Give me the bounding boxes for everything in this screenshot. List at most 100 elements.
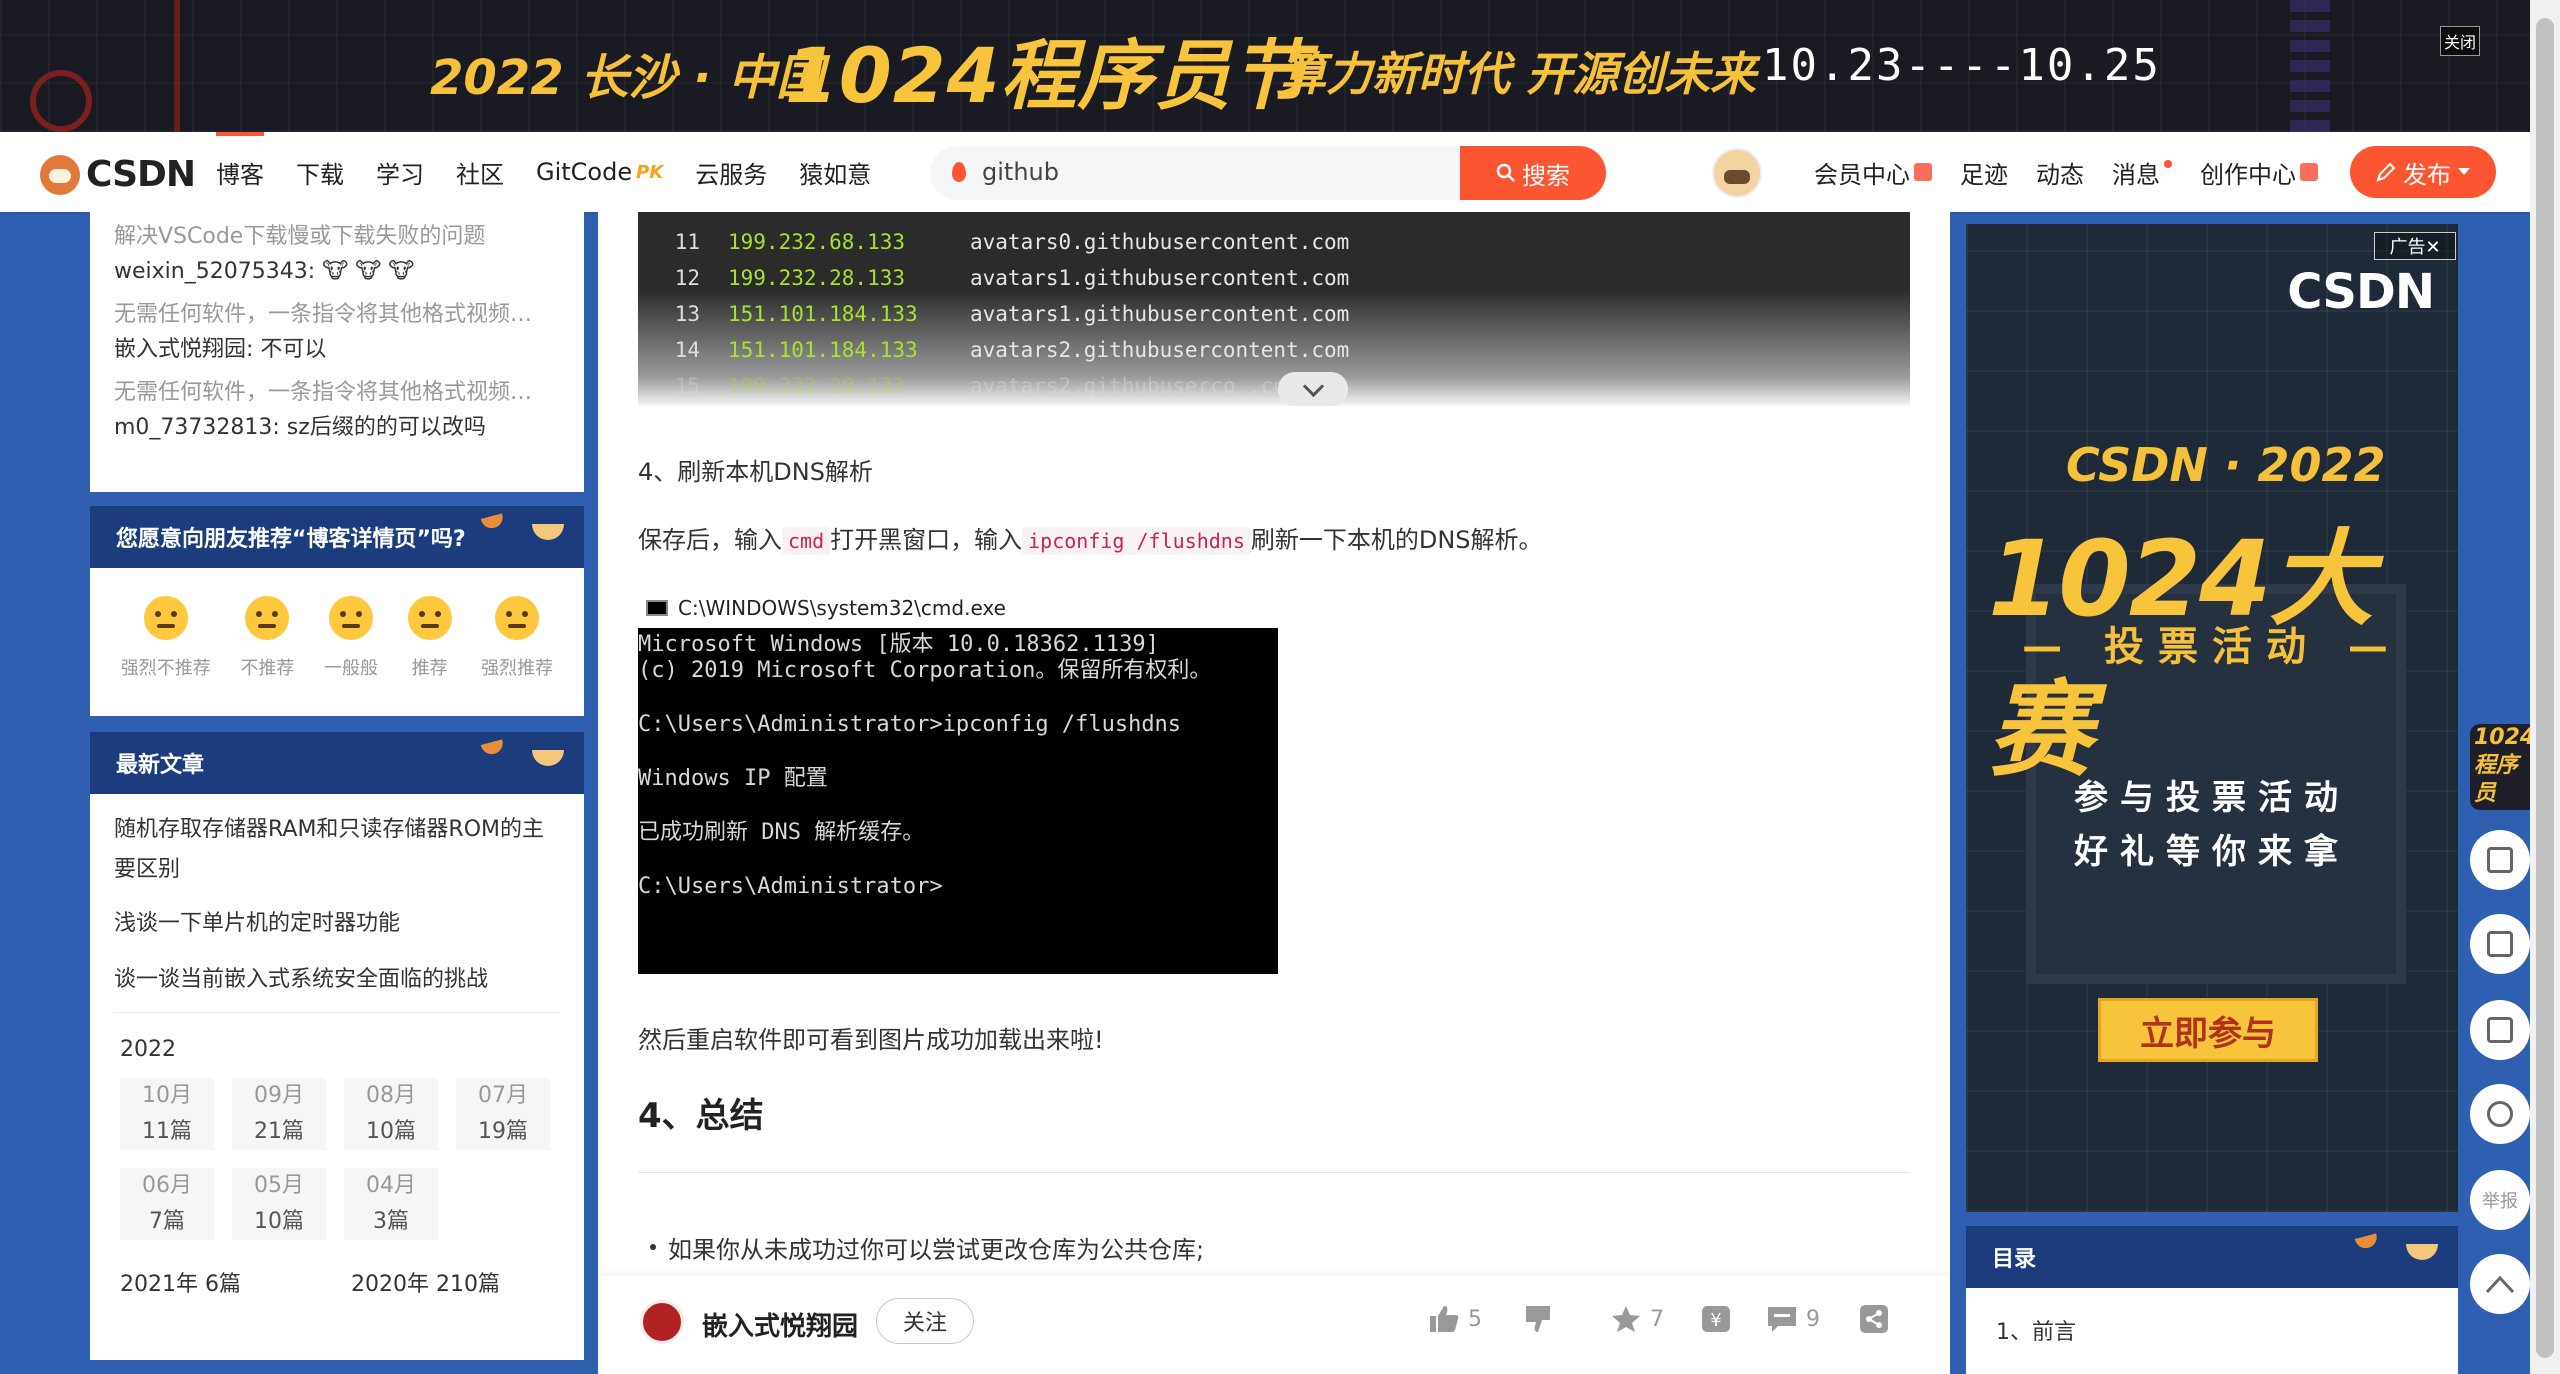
follow-button[interactable]: 关注	[876, 1298, 974, 1344]
archive-month[interactable]: 10月 11篇	[120, 1078, 214, 1150]
side-edit-button[interactable]	[2470, 1000, 2530, 1060]
pk-badge: PK	[636, 161, 664, 183]
nav-vip-center[interactable]: 会员中心	[1800, 155, 1946, 190]
rate-neutral[interactable]: 一般般	[324, 596, 378, 680]
favorite-count: 7	[1650, 1306, 1664, 1332]
banner-close-button[interactable]: 关闭	[2440, 26, 2480, 56]
search-input[interactable]: github	[982, 158, 1059, 186]
scrollbar-thumb[interactable]	[2536, 18, 2554, 1358]
publish-button[interactable]: 发布	[2350, 146, 2496, 198]
ad-close-tag[interactable]: 广告✕	[2374, 232, 2456, 260]
comment-item[interactable]: 解决VSCode下载慢或下载失败的问题 weixin_52075343: 🐮 🐮…	[90, 220, 584, 290]
nav-gitcode[interactable]: GitCode PK	[520, 132, 679, 212]
ad-brand: CSDN	[2287, 264, 2435, 320]
line-number: 11	[674, 230, 700, 254]
line-number: 14	[674, 338, 700, 362]
comment-article-title[interactable]: 无需任何软件，一条指令将其他格式视频…	[114, 376, 560, 410]
nav-messages-label: 消息	[2112, 160, 2160, 189]
comment-article-title[interactable]: 无需任何软件，一条指令将其他格式视频…	[114, 298, 560, 332]
arrow-up-icon	[2485, 1275, 2515, 1294]
code-line: 12 199.232.28.133 avatars1.githubuserconte…	[638, 260, 1910, 296]
dislike-button[interactable]	[1522, 1304, 1554, 1334]
nav-footprint[interactable]: 足迹	[1946, 155, 2022, 190]
user-avatar[interactable]	[1712, 148, 1762, 198]
line-number: 15	[674, 374, 700, 398]
archive-year-link[interactable]: 2020年 210篇	[351, 1266, 500, 1298]
archive-year-link[interactable]: 2021年 6篇	[120, 1266, 241, 1298]
svg-text:¥: ¥	[1710, 1310, 1721, 1331]
thumbs-down-icon	[1526, 1306, 1550, 1332]
month-label: 05月	[232, 1168, 326, 1204]
reward-button[interactable]: ¥	[1700, 1304, 1732, 1334]
article-link[interactable]: 随机存取存储器RAM和只读存储器ROM的主要区别	[90, 810, 584, 890]
rate-strongly-not[interactable]: 强烈不推荐	[121, 596, 211, 680]
search-button[interactable]: 搜索	[1460, 146, 1606, 200]
rate-recommend[interactable]: 推荐	[407, 596, 452, 680]
side-promo-1024[interactable]: 1024 程序员	[2470, 724, 2530, 810]
month-count: 21篇	[232, 1114, 326, 1150]
author-name[interactable]: 嵌入式悦翔园	[702, 1306, 858, 1343]
nav-creator-center[interactable]: 创作中心	[2186, 155, 2332, 190]
csdn-logo[interactable]: CSDN	[40, 154, 196, 195]
search-button-label: 搜索	[1522, 161, 1570, 190]
star-icon	[1612, 1306, 1640, 1332]
archive-month[interactable]: 08月 10篇	[344, 1078, 438, 1150]
code-line: 15 199.232.28.133 avatars2.githubuserco .c…	[638, 368, 1910, 404]
comment-button[interactable]: 9	[1766, 1304, 1820, 1334]
nav-blog[interactable]: 博客	[200, 132, 280, 212]
nav-community[interactable]: 社区	[440, 132, 520, 212]
comment-item[interactable]: 无需任何软件，一条指令将其他格式视频… m0_73732813: sz后缀的的可…	[90, 376, 584, 446]
toc-title: 目录	[1992, 1247, 2037, 1272]
archive-month[interactable]: 05月 10篇	[232, 1168, 326, 1240]
report-button[interactable]: 举报	[2470, 1170, 2530, 1230]
code-block: 11 199.232.68.133 avatars0.githubuserconte…	[638, 212, 1910, 406]
month-label: 04月	[344, 1168, 438, 1204]
article-toolbar: 嵌入式悦翔园 关注 5 7 ¥ 9	[598, 1276, 1950, 1374]
nav-yuanruyi[interactable]: 猿如意	[783, 132, 887, 212]
archive-month[interactable]: 07月 19篇	[456, 1078, 550, 1150]
nav-cloud[interactable]: 云服务	[679, 132, 783, 212]
article-link[interactable]: 谈一谈当前嵌入式系统安全面临的挑战	[90, 960, 584, 1000]
nav-learn[interactable]: 学习	[360, 132, 440, 212]
search-icon	[1496, 163, 1515, 182]
archive-month[interactable]: 04月 3篇	[344, 1168, 438, 1240]
top-banner[interactable]: 2022 长沙 · 中国 1024程序员节 算力新时代 开源创未来 10.23-…	[0, 0, 2530, 132]
terminal-line: Windows IP 配置	[638, 766, 828, 791]
side-support-button[interactable]	[2470, 1084, 2530, 1144]
archive-month[interactable]: 09月 21篇	[232, 1078, 326, 1150]
favorite-button[interactable]: 7	[1610, 1304, 1664, 1334]
terminal-gap	[638, 738, 1278, 766]
nav-download[interactable]: 下载	[280, 132, 360, 212]
divider	[638, 1172, 1910, 1173]
expand-code-button[interactable]	[1278, 372, 1348, 406]
side-list-button[interactable]	[2470, 830, 2530, 890]
nav-messages[interactable]: 消息	[2098, 155, 2186, 190]
archive-year: 2022	[120, 1037, 176, 1062]
rate-strongly[interactable]: 强烈推荐	[481, 596, 553, 680]
comment-article-title[interactable]: 解决VSCode下载慢或下载失败的问题	[114, 220, 560, 254]
rate-not[interactable]: 不推荐	[240, 596, 294, 680]
archive-month[interactable]: 06月 7篇	[120, 1168, 214, 1240]
recommend-rating-card: 您愿意向朋友推荐“博客详情页”吗? 强烈不推荐 不推荐 一般般 推荐 强烈推荐	[90, 506, 584, 716]
page-scrollbar[interactable]	[2530, 0, 2560, 1374]
article-link[interactable]: 浅谈一下单片机的定时器功能	[90, 904, 584, 944]
author-avatar[interactable]	[640, 1300, 684, 1344]
nav-activity[interactable]: 动态	[2022, 155, 2098, 190]
comment-item[interactable]: 无需任何软件，一条指令将其他格式视频… 嵌入式悦翔园: 不可以	[90, 298, 584, 368]
ad-cta-button[interactable]: 立即参与	[2098, 998, 2318, 1062]
laugh-face-icon	[495, 596, 540, 640]
terminal-gap	[638, 846, 1278, 874]
yen-icon: ¥	[1702, 1306, 1730, 1332]
promo-ad[interactable]: 广告✕ CSDN CSDN · 2022 1024大赛 — 投票活动 — 参与投…	[1966, 224, 2458, 1212]
side-layout-button[interactable]	[2470, 914, 2530, 974]
back-to-top-button[interactable]	[2470, 1254, 2530, 1314]
code-ip: 199.232.28.133	[728, 374, 906, 398]
month-label: 07月	[456, 1078, 550, 1114]
toc-item[interactable]: 1、前言	[1966, 1288, 2458, 1346]
comment-text: 嵌入式悦翔园: 不可以	[114, 337, 327, 362]
code-ip: 151.101.184.133	[728, 302, 918, 326]
share-button[interactable]	[1858, 1304, 1890, 1334]
like-button[interactable]: 5	[1428, 1304, 1482, 1334]
ad-subtitle: — 投票活动 —	[2022, 624, 2402, 670]
para-text: 保存后，输入	[638, 526, 782, 554]
